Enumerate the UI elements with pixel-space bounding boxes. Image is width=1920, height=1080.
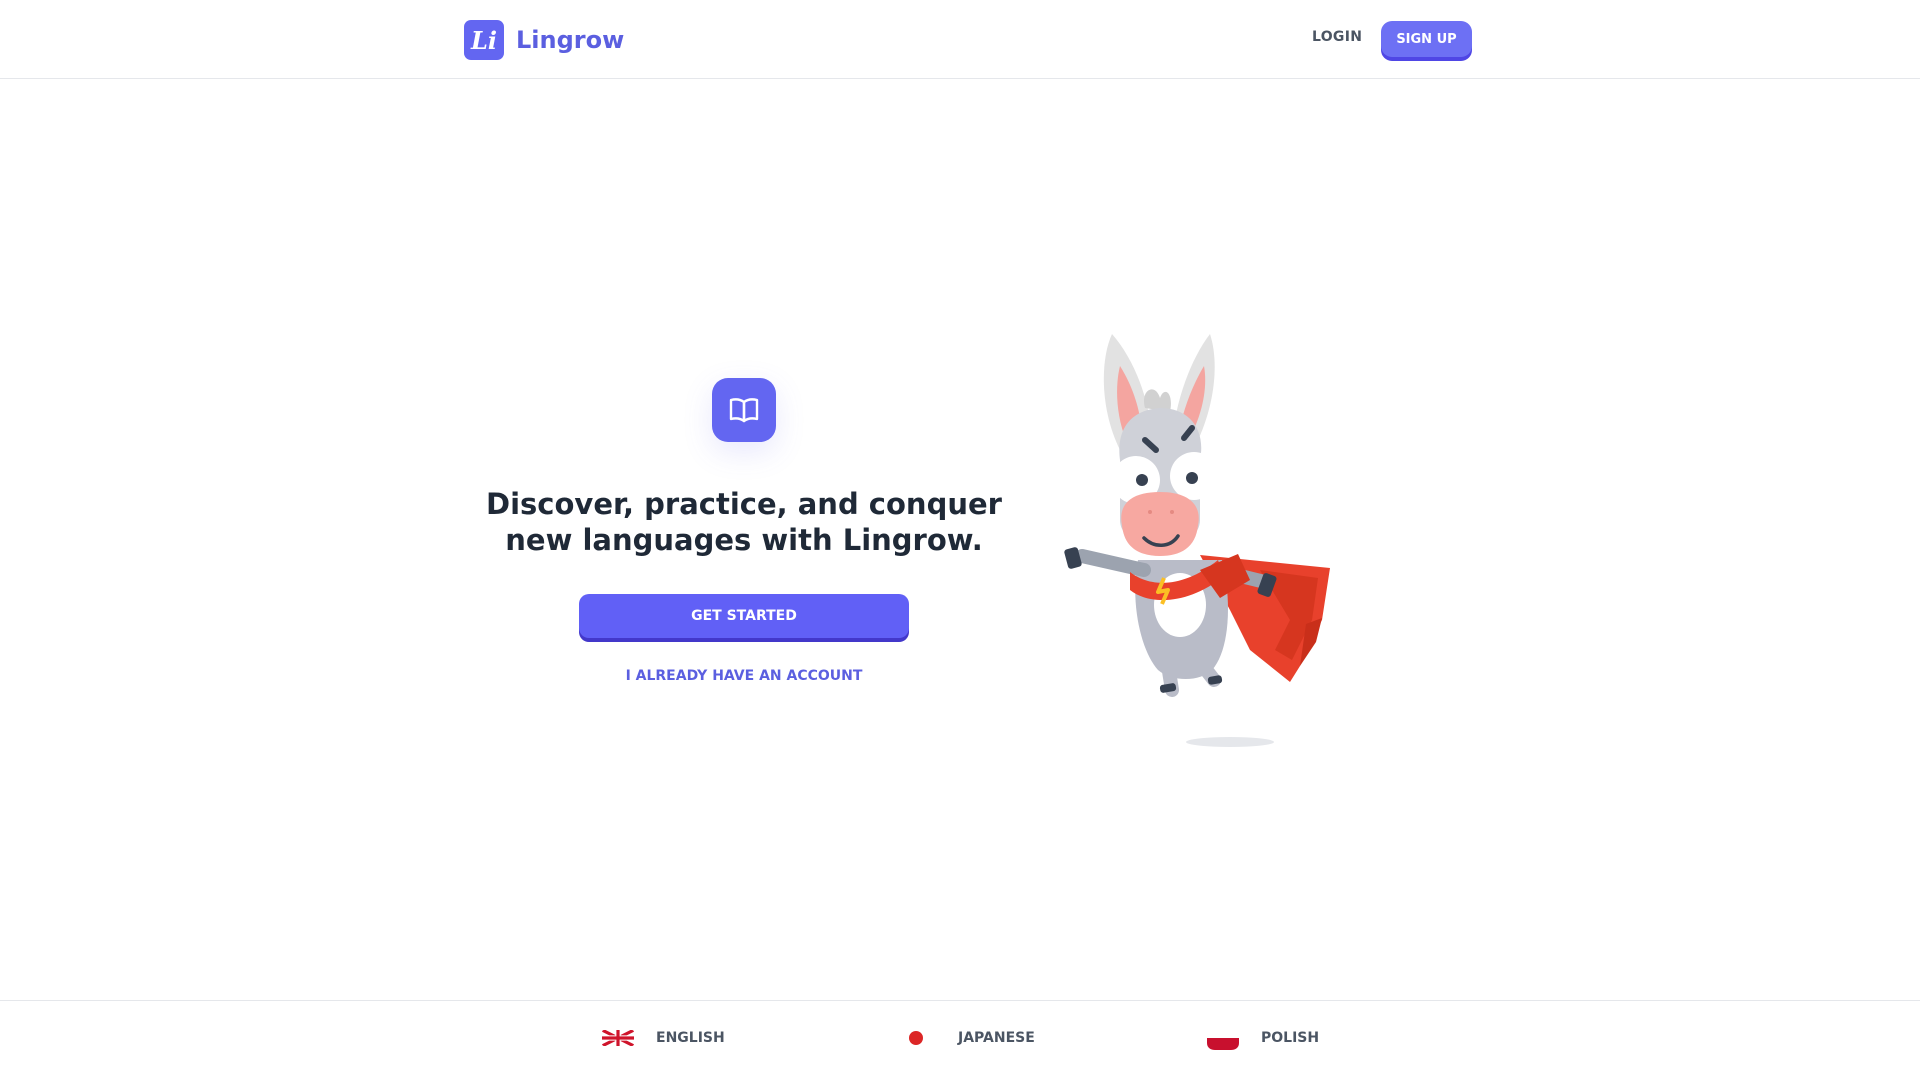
signup-button[interactable]: SIGN UP xyxy=(1381,21,1472,57)
login-link[interactable]: LOGIN xyxy=(1312,29,1362,45)
brand-home-link[interactable]: Li Lingrow xyxy=(464,20,624,60)
get-started-button[interactable]: GET STARTED xyxy=(579,594,909,638)
language-label: JAPANESE xyxy=(958,1030,1035,1046)
donkey-superhero-icon xyxy=(1064,334,1330,747)
existing-account-link[interactable]: I ALREADY HAVE AN ACCOUNT xyxy=(579,668,909,684)
brand-logo: Li xyxy=(464,20,504,60)
language-label: POLISH xyxy=(1261,1030,1320,1046)
flag-poland-icon xyxy=(1207,1026,1239,1050)
flag-uk-icon xyxy=(602,1030,634,1046)
hero-headline: Discover, practice, and conquer new lang… xyxy=(486,487,1002,557)
language-label: ENGLISH xyxy=(656,1030,725,1046)
book-open-icon xyxy=(712,378,776,442)
language-polish[interactable]: POLISH xyxy=(1207,1026,1319,1050)
flag-japan-icon xyxy=(904,1026,936,1050)
language-english[interactable]: ENGLISH xyxy=(602,1026,725,1050)
top-navbar: Li Lingrow LOGIN SIGN UP xyxy=(0,0,1920,79)
brand-name: Lingrow xyxy=(516,26,625,54)
language-japanese[interactable]: JAPANESE xyxy=(904,1026,1035,1050)
